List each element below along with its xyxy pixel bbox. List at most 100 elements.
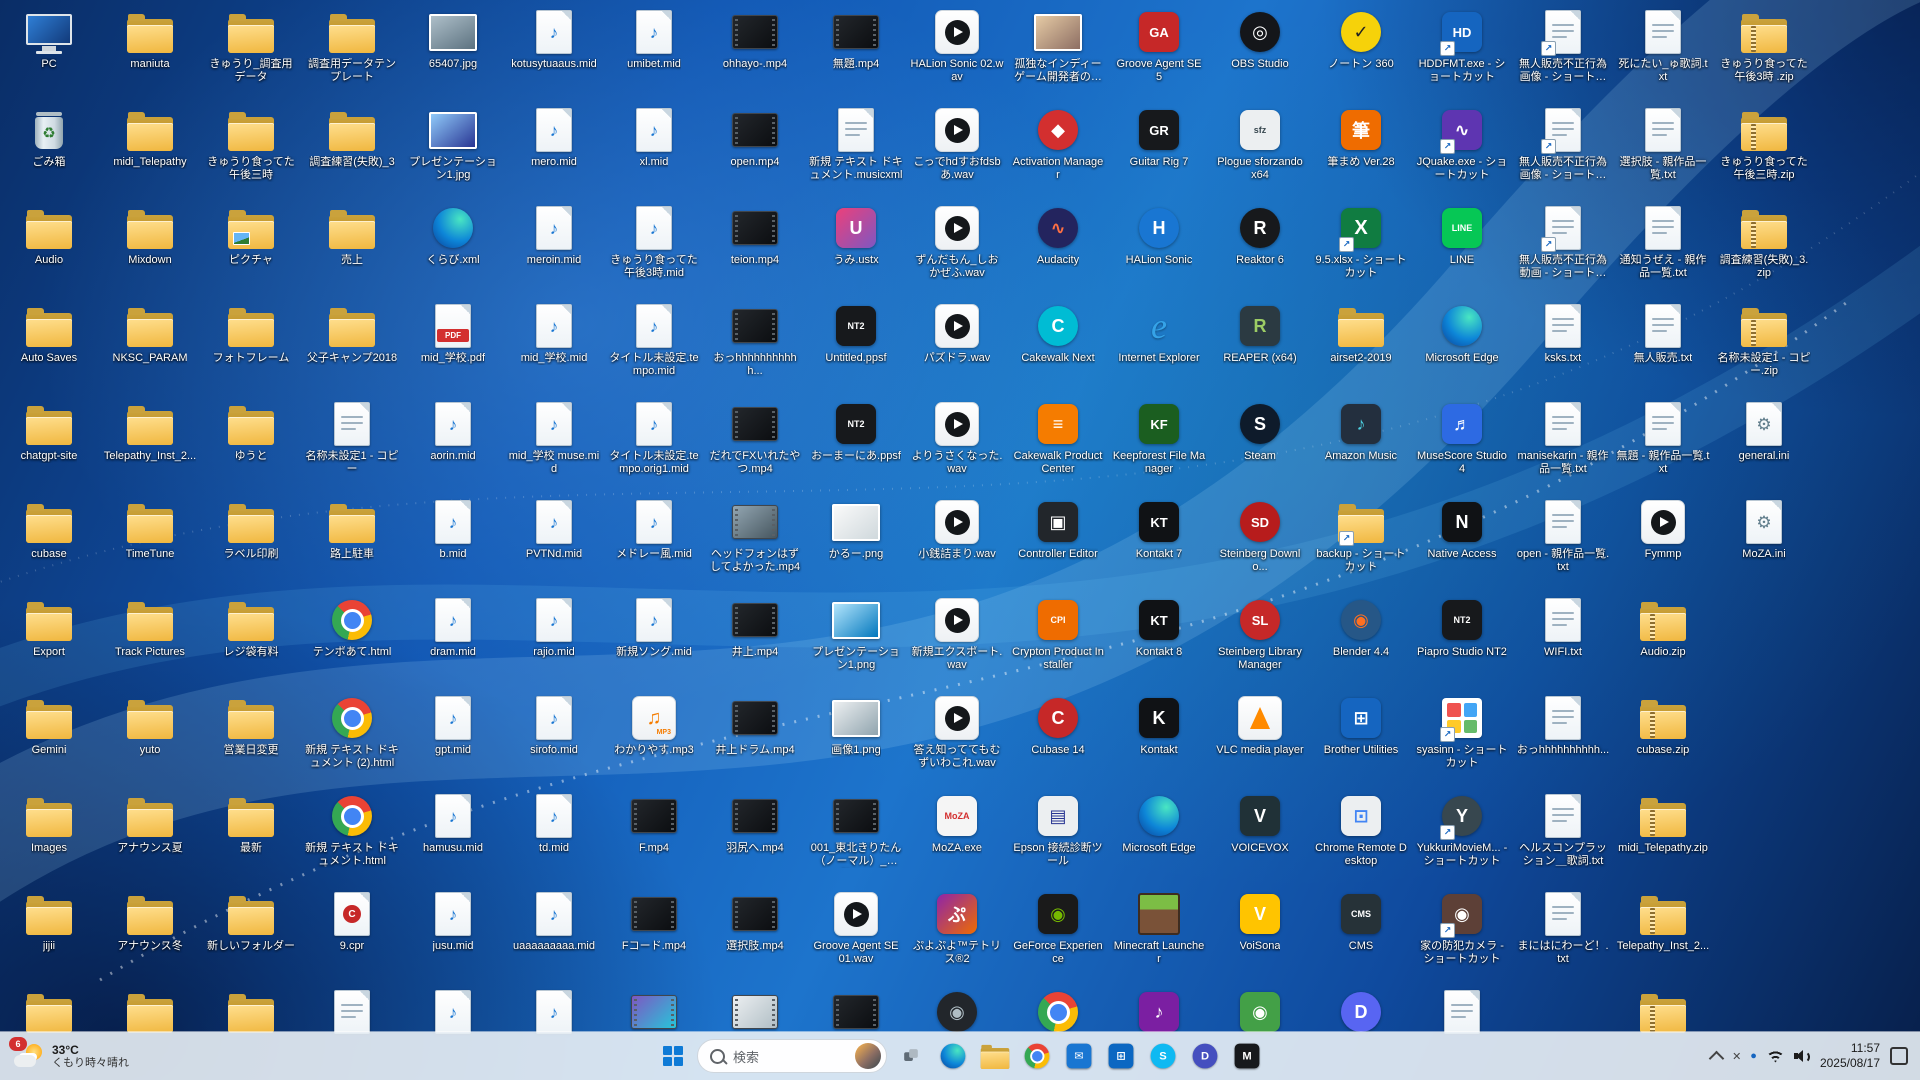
desktop-icon[interactable]: NNative Access [1414, 498, 1510, 594]
desktop-icon[interactable]: ♻ごみ箱 [1, 106, 97, 202]
desktop-icon[interactable]: HALion Sonic 02.wav [909, 8, 1005, 104]
desktop-icon[interactable]: Fymmp [1615, 498, 1711, 594]
desktop-icon[interactable]: KFKeepforest File Manager [1111, 400, 1207, 496]
desktop-icon[interactable]: Images [1, 792, 97, 888]
desktop-icon[interactable]: ♪dram.mid [405, 596, 501, 692]
desktop-icon[interactable]: SDSteinberg Downlo... [1212, 498, 1308, 594]
taskbar-search[interactable]: 検索 [697, 1039, 887, 1073]
desktop-icon[interactable]: ≡Cakewalk Product Center [1010, 400, 1106, 496]
desktop-icon[interactable]: VLC media player [1212, 694, 1308, 790]
desktop-icon[interactable]: NT2Piapro Studio NT2 [1414, 596, 1510, 692]
taskbar-app-discord[interactable]: D [1185, 1036, 1225, 1076]
desktop-icon[interactable]: 父子キャンプ2018 [304, 302, 400, 398]
desktop-icon[interactable]: ohhayo-.mp4 [707, 8, 803, 104]
taskbar-app-m-app[interactable]: M [1227, 1036, 1267, 1076]
desktop-icon[interactable]: TimeTune [102, 498, 198, 594]
desktop-icon[interactable]: GRGuitar Rig 7 [1111, 106, 1207, 202]
desktop-icon[interactable]: Microsoft Edge [1111, 792, 1207, 888]
desktop-icon[interactable]: ∿↗JQuake.exe - ショートカット [1414, 106, 1510, 202]
desktop-icon[interactable]: おっhhhhhhhhhh... [1515, 694, 1611, 790]
desktop-icon[interactable]: RReaktor 6 [1212, 204, 1308, 300]
weather-widget[interactable]: 6 33°C くもり時々晴れ [6, 1032, 137, 1080]
desktop-icon[interactable]: ♪タイトル未設定.tempo.mid [606, 302, 702, 398]
desktop-icon[interactable]: ♪メドレー風.mid [606, 498, 702, 594]
desktop-icon[interactable]: 無人販売.txt [1615, 302, 1711, 398]
desktop-icon[interactable]: ぷぷよぷよ™テトリス®2 [909, 890, 1005, 986]
tray-icon-bluetooth-tray[interactable]: ● [1750, 1050, 1757, 1062]
desktop-icon[interactable]: 答え知っててもむずいわこれ.wav [909, 694, 1005, 790]
desktop-icon[interactable]: ◉GeForce Experience [1010, 890, 1106, 986]
desktop-icon[interactable]: ✓ノートン 360 [1313, 8, 1409, 104]
desktop-icon[interactable]: LINELINE [1414, 204, 1510, 300]
desktop-icon[interactable]: Fコード.mp4 [606, 890, 702, 986]
desktop-icon[interactable]: midi_Telepathy.zip [1615, 792, 1711, 888]
volume-icon[interactable] [1794, 1050, 1810, 1062]
taskbar-app-mail[interactable]: ✉ [1059, 1036, 1099, 1076]
desktop-icon[interactable]: Uうみ.ustx [808, 204, 904, 300]
desktop-icon[interactable]: 通知うぜえ - 親作品一覧.txt [1615, 204, 1711, 300]
tray-chevron-up-icon[interactable] [1709, 1050, 1725, 1066]
desktop-icon[interactable]: ♪b.mid [405, 498, 501, 594]
desktop-icon[interactable]: きゅうり食ってた午後三時 [203, 106, 299, 202]
desktop-icon[interactable]: 名称未設定1 - コピー.zip [1716, 302, 1812, 398]
desktop-icon[interactable]: 65407.jpg [405, 8, 501, 104]
desktop-icon[interactable]: ♪kotusytuaaus.mid [506, 8, 602, 104]
desktop-icon[interactable]: 新規 テキスト ドキュメント.html [304, 792, 400, 888]
desktop-icon[interactable]: ゆうと [203, 400, 299, 496]
desktop-icon[interactable]: フォトフレーム [203, 302, 299, 398]
desktop-icon[interactable]: 小銭詰まり.wav [909, 498, 1005, 594]
desktop-icon[interactable]: ∿Audacity [1010, 204, 1106, 300]
desktop-icon[interactable]: アナウンス夏 [102, 792, 198, 888]
desktop-icon[interactable]: ♪aorin.mid [405, 400, 501, 496]
desktop-icon[interactable]: VVOICEVOX [1212, 792, 1308, 888]
desktop-icon[interactable]: ♪uaaaaaaaaa.mid [506, 890, 602, 986]
desktop-icon[interactable]: ♪meroin.mid [506, 204, 602, 300]
desktop-icon[interactable]: ♪jusu.mid [405, 890, 501, 986]
desktop-icon[interactable]: Audio [1, 204, 97, 300]
taskbar-app-file-explorer[interactable] [975, 1036, 1015, 1076]
desktop-icon[interactable]: HHALion Sonic [1111, 204, 1207, 300]
desktop-icon[interactable]: KTKontakt 7 [1111, 498, 1207, 594]
desktop-icon[interactable]: 最新 [203, 792, 299, 888]
desktop-icon[interactable]: だれでFXいれたやつ.mp4 [707, 400, 803, 496]
desktop-icon[interactable]: よりうさくなった.wav [909, 400, 1005, 496]
desktop-icon[interactable]: cubase.zip [1615, 694, 1711, 790]
desktop-icon[interactable]: 死にたい_ゅ歌詞.txt [1615, 8, 1711, 104]
desktop-icon[interactable]: ↗syasinn - ショートカット [1414, 694, 1510, 790]
taskbar-clock[interactable]: 11:57 2025/08/17 [1820, 1041, 1880, 1071]
desktop-icon[interactable]: teion.mp4 [707, 204, 803, 300]
desktop-icon[interactable]: 無題.mp4 [808, 8, 904, 104]
desktop-icon[interactable]: Minecraft Launcher [1111, 890, 1207, 986]
desktop-icon[interactable]: プレゼンテーション1.png [808, 596, 904, 692]
desktop-icon[interactable]: Audio.zip [1615, 596, 1711, 692]
desktop-icon[interactable]: 新しいフォルダー [203, 890, 299, 986]
desktop-icon[interactable]: Microsoft Edge [1414, 302, 1510, 398]
desktop-icon[interactable]: ♪きゅうり食ってた午後3時.mid [606, 204, 702, 300]
start-button[interactable] [653, 1036, 693, 1076]
desktop-icon[interactable]: Mixdown [102, 204, 198, 300]
desktop-icon[interactable]: おっhhhhhhhhhhh... [707, 302, 803, 398]
desktop-icon[interactable]: 新規エクスポート.wav [909, 596, 1005, 692]
desktop-icon[interactable]: Track Pictures [102, 596, 198, 692]
desktop-icon[interactable]: きゅうり_調査用データ [203, 8, 299, 104]
desktop-icon[interactable]: SLSteinberg Library Manager [1212, 596, 1308, 692]
desktop-icon[interactable]: ◉Blender 4.4 [1313, 596, 1409, 692]
desktop-icon[interactable]: ♪rajio.mid [506, 596, 602, 692]
taskbar-app-skype[interactable]: S [1143, 1036, 1183, 1076]
desktop-icon[interactable]: ♪PVTNd.mid [506, 498, 602, 594]
desktop-icon[interactable]: ◆Activation Manager [1010, 106, 1106, 202]
desktop-icon[interactable]: ♪gpt.mid [405, 694, 501, 790]
desktop-icon[interactable]: ↗無人販売不正行為 画像 - ショートカッ... [1515, 8, 1611, 104]
desktop-icon[interactable]: ksks.txt [1515, 302, 1611, 398]
desktop-icon[interactable]: airset2-2019 [1313, 302, 1409, 398]
desktop-icon[interactable]: ♪umibet.mid [606, 8, 702, 104]
desktop-icon[interactable]: Telepathy_Inst_2... [1615, 890, 1711, 986]
desktop-icon[interactable]: こっでhdすおfdsbあ.wav [909, 106, 1005, 202]
desktop-icon[interactable]: 路上駐車 [304, 498, 400, 594]
tray-icon-hidden-tray-app[interactable]: ✕ [1732, 1050, 1741, 1063]
desktop-icon[interactable]: 孤独なインディーゲーム開発者の一生... [1010, 8, 1106, 104]
desktop-icon[interactable]: 井上ドラム.mp4 [707, 694, 803, 790]
desktop-icon[interactable]: Auto Saves [1, 302, 97, 398]
desktop-icon[interactable]: SSteam [1212, 400, 1308, 496]
desktop-icon[interactable]: まにはにわーど！.txt [1515, 890, 1611, 986]
